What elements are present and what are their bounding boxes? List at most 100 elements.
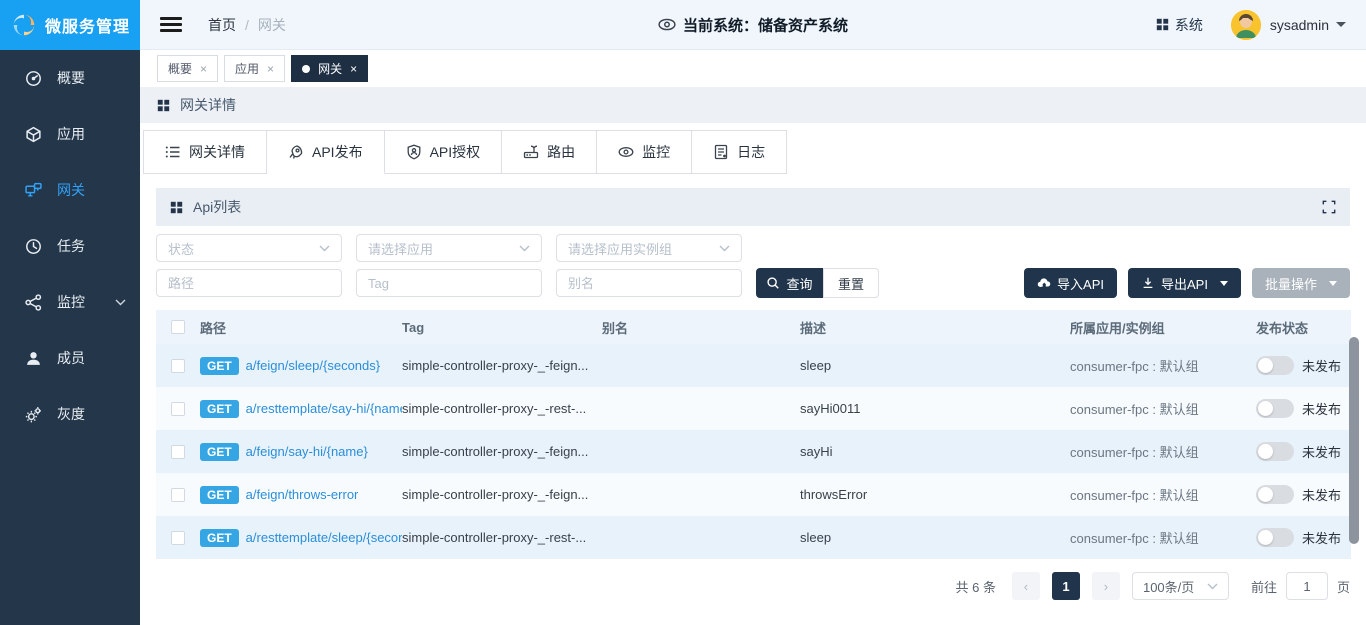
api-group: consumer-fpc : 默认组 [1070, 356, 1256, 375]
goto-page-input[interactable] [1286, 572, 1328, 600]
prev-page-button[interactable]: ‹ [1012, 572, 1040, 600]
current-system-indicator: 当前系统：储备资产系统 [658, 14, 848, 35]
header-right: 系统 sysadmin [1156, 10, 1346, 40]
api-path-link[interactable]: a/resttemplate/sleep/{seconds} [246, 530, 402, 545]
export-api-label: 导出API [1161, 274, 1208, 293]
publish-toggle[interactable] [1256, 528, 1294, 547]
tab-logs[interactable]: 日志 [692, 131, 787, 174]
dashboard-icon [25, 70, 42, 87]
cloud-upload-icon [1037, 276, 1051, 290]
close-icon[interactable]: × [200, 62, 207, 76]
publish-toggle[interactable] [1256, 399, 1294, 418]
tab-chip-overview[interactable]: 概要 × [157, 55, 218, 82]
main-content: 概要 × 应用 × 网关 × 网关详情 网 [140, 50, 1366, 625]
column-alias: 别名 [602, 318, 800, 337]
api-path-link[interactable]: a/resttemplate/say-hi/{name} [246, 401, 402, 416]
breadcrumb-home[interactable]: 首页 [208, 15, 236, 35]
row-checkbox[interactable] [171, 402, 185, 416]
import-api-button[interactable]: 导入API [1024, 268, 1117, 298]
open-tab-chips: 概要 × 应用 × 网关 × [140, 50, 1366, 87]
publish-toggle[interactable] [1256, 442, 1294, 461]
column-status: 发布状态 [1256, 318, 1350, 337]
table-row: GET a/resttemplate/sleep/{seconds} simpl… [156, 516, 1351, 559]
alias-input[interactable] [556, 269, 742, 297]
system-menu[interactable]: 系统 [1156, 15, 1203, 35]
search-button[interactable]: 查询 [756, 268, 823, 298]
api-group: consumer-fpc : 默认组 [1070, 442, 1256, 461]
publish-toggle[interactable] [1256, 356, 1294, 375]
close-icon[interactable]: × [267, 62, 274, 76]
page-title: 网关详情 [180, 95, 236, 115]
sidebar-item-gateway[interactable]: 网关 [0, 162, 140, 218]
close-icon[interactable]: × [350, 62, 357, 76]
api-path-link[interactable]: a/feign/sleep/{seconds} [246, 358, 380, 373]
page-number-button[interactable]: 1 [1052, 572, 1080, 600]
breadcrumb-separator: / [245, 17, 249, 33]
tab-api-publish[interactable]: API发布 [267, 131, 385, 174]
row-checkbox[interactable] [171, 359, 185, 373]
user-caret-icon[interactable] [1336, 22, 1346, 27]
application-select[interactable]: 请选择应用 [356, 234, 542, 262]
sidebar-item-monitoring[interactable]: 监控 [0, 274, 140, 330]
method-badge: GET [200, 357, 239, 375]
api-path-link[interactable]: a/feign/say-hi/{name} [246, 444, 368, 459]
page-size-select[interactable]: 100条/页 [1132, 572, 1229, 600]
breadcrumb: 首页 / 网关 [208, 15, 286, 35]
avatar[interactable] [1231, 10, 1261, 40]
filter-row-inputs: 查询 重置 导入API 导出A [156, 268, 1350, 298]
panel-title: Api列表 [193, 197, 241, 217]
tab-api-authorization[interactable]: API授权 [385, 131, 503, 174]
next-page-button[interactable]: › [1092, 572, 1120, 600]
row-checkbox[interactable] [171, 488, 185, 502]
username-label[interactable]: sysadmin [1270, 17, 1329, 33]
sidebar-item-overview[interactable]: 概要 [0, 50, 140, 106]
tab-chip-gateway[interactable]: 网关 × [291, 55, 368, 82]
reset-button[interactable]: 重置 [823, 268, 879, 298]
tab-chip-applications[interactable]: 应用 × [224, 55, 285, 82]
publish-toggle[interactable] [1256, 485, 1294, 504]
sidebar-item-label: 应用 [57, 124, 85, 144]
fullscreen-icon[interactable] [1322, 200, 1336, 214]
status-select[interactable]: 状态 [156, 234, 342, 262]
tab-gateway-detail[interactable]: 网关详情 [144, 131, 267, 174]
row-checkbox[interactable] [171, 531, 185, 545]
total-count-label: 共 6 条 [956, 577, 996, 596]
tab-label: API授权 [430, 142, 481, 162]
tag-input[interactable] [356, 269, 542, 297]
tab-routes[interactable]: 路由 [502, 131, 597, 174]
goto-unit-label: 页 [1337, 577, 1350, 596]
active-dot-icon [302, 65, 310, 73]
path-input[interactable] [156, 269, 342, 297]
table-row: GET a/feign/say-hi/{name} simple-control… [156, 430, 1351, 473]
select-all-checkbox[interactable] [171, 320, 185, 334]
sidebar-item-tasks[interactable]: 任务 [0, 218, 140, 274]
grid-icon [157, 99, 170, 112]
instance-group-select-placeholder: 请选择应用实例组 [568, 239, 672, 258]
export-api-button[interactable]: 导出API [1128, 268, 1241, 298]
api-group: consumer-fpc : 默认组 [1070, 528, 1256, 547]
sidebar-item-members[interactable]: 成员 [0, 330, 140, 386]
page-size-label: 100条/页 [1143, 577, 1194, 596]
caret-down-icon [1220, 281, 1228, 286]
import-api-label: 导入API [1057, 274, 1104, 293]
filter-row-selects: 状态 请选择应用 请选择应用实例组 [156, 234, 1350, 262]
batch-operations-button[interactable]: 批量操作 [1252, 268, 1350, 298]
share-nodes-icon [25, 294, 42, 311]
instance-group-select[interactable]: 请选择应用实例组 [556, 234, 742, 262]
system-menu-label: 系统 [1175, 15, 1203, 35]
api-desc: sleep [800, 358, 1070, 373]
sidebar-item-applications[interactable]: 应用 [0, 106, 140, 162]
section-header: 网关详情 [140, 87, 1366, 123]
download-icon [1141, 276, 1155, 290]
row-checkbox[interactable] [171, 445, 185, 459]
sidebar-item-label: 概要 [57, 68, 85, 88]
publish-status-label: 未发布 [1302, 356, 1341, 375]
method-badge: GET [200, 529, 239, 547]
api-path-link[interactable]: a/feign/throws-error [246, 487, 359, 502]
menu-toggle-icon[interactable] [160, 14, 182, 35]
tab-monitoring[interactable]: 监控 [597, 131, 692, 174]
method-badge: GET [200, 400, 239, 418]
table-scrollbar[interactable] [1349, 337, 1359, 544]
api-tag: simple-controller-proxy-_-feign... [402, 444, 602, 459]
sidebar-item-graylevel[interactable]: 灰度 [0, 386, 140, 442]
